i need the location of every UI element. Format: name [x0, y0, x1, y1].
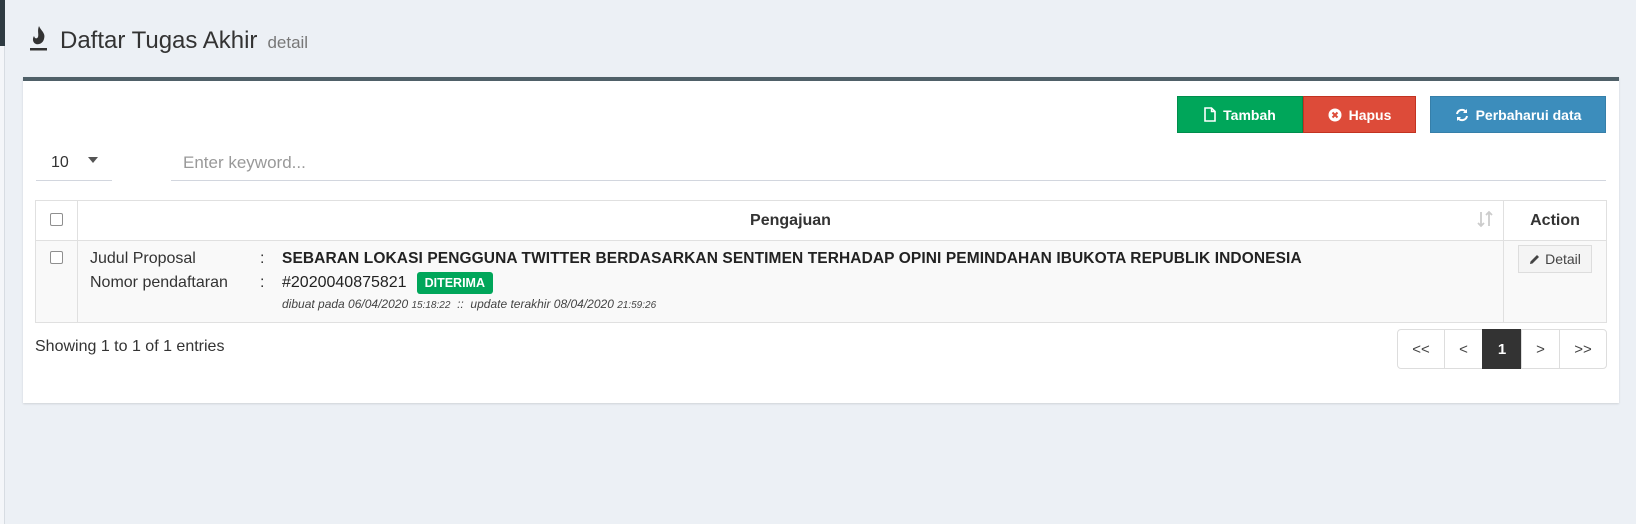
page-header: Daftar Tugas Akhir detail	[28, 20, 308, 60]
sort-icon	[1477, 210, 1493, 228]
created-date: dibuat pada 06/04/2020	[282, 297, 409, 311]
updated-date: update terakhir 08/04/2020	[470, 297, 614, 311]
page-prev[interactable]: <	[1444, 329, 1483, 369]
page-last[interactable]: >>	[1559, 329, 1607, 369]
page-next[interactable]: >	[1521, 329, 1560, 369]
caret-down-icon	[88, 157, 98, 163]
status-badge: DITERIMA	[416, 272, 493, 294]
toolbar: Tambah Hapus Perbaharui data	[1177, 96, 1606, 133]
row-content: Judul Proposal : SEBARAN LOKASI PENGGUNA…	[77, 240, 1504, 323]
select-all-checkbox[interactable]	[50, 212, 63, 226]
title-label: Judul Proposal	[90, 250, 196, 267]
detail-button[interactable]: Detail	[1518, 245, 1592, 273]
file-icon	[1204, 107, 1216, 122]
row-select-cell	[35, 240, 78, 323]
refresh-icon	[1455, 108, 1468, 121]
page-1[interactable]: 1	[1482, 329, 1522, 369]
proposal-title: SEBARAN LOKASI PENGGUNA TWITTER BERDASAR…	[282, 250, 1302, 267]
close-circle-icon	[1328, 108, 1342, 121]
page-length-select[interactable]: 10	[36, 146, 112, 181]
meta-separator: ::	[457, 297, 464, 311]
number-label: Nomor pendaftaran	[90, 274, 228, 291]
detail-button-label: Detail	[1545, 251, 1581, 267]
pagination: << < 1 > >>	[1397, 329, 1607, 369]
column-header-pengajuan[interactable]: Pengajuan	[77, 200, 1504, 241]
created-time: 15:18:22	[411, 300, 451, 311]
delete-button[interactable]: Hapus	[1303, 96, 1416, 133]
add-button[interactable]: Tambah	[1177, 96, 1303, 133]
row-action-cell: Detail	[1503, 240, 1607, 323]
page-length-value: 10	[51, 154, 69, 171]
timestamps: dibuat pada 06/04/2020 15:18:22 :: updat…	[282, 297, 1491, 311]
table-row: Judul Proposal : SEBARAN LOKASI PENGGUNA…	[35, 240, 1607, 323]
separator: :	[260, 274, 265, 291]
separator: :	[260, 250, 265, 267]
content-box: Tambah Hapus Perbaharui data 10 Enter ke…	[23, 77, 1619, 403]
data-table: Pengajuan Action Judul Proposal : SEBARA…	[35, 200, 1607, 323]
select-all-cell	[35, 200, 78, 241]
delete-button-label: Hapus	[1348, 106, 1392, 123]
updated-time: 21:59:26	[617, 300, 657, 311]
row-checkbox[interactable]	[50, 251, 63, 264]
table-info: Showing 1 to 1 of 1 entries	[35, 338, 225, 355]
search-input[interactable]	[171, 146, 1606, 181]
add-button-label: Tambah	[1223, 106, 1276, 123]
registration-number: #2020040875821	[282, 274, 407, 291]
page-title: Daftar Tugas Akhir	[60, 27, 258, 54]
refresh-button[interactable]: Perbaharui data	[1430, 96, 1606, 133]
column-header-action: Action	[1503, 200, 1607, 241]
column-header-label: Pengajuan	[750, 211, 831, 229]
fire-icon	[28, 24, 50, 52]
page-subtitle: detail	[267, 33, 309, 52]
sidebar-edge	[0, 0, 5, 524]
refresh-button-label: Perbaharui data	[1475, 106, 1582, 123]
page-first[interactable]: <<	[1397, 329, 1445, 369]
pencil-icon	[1530, 254, 1540, 264]
